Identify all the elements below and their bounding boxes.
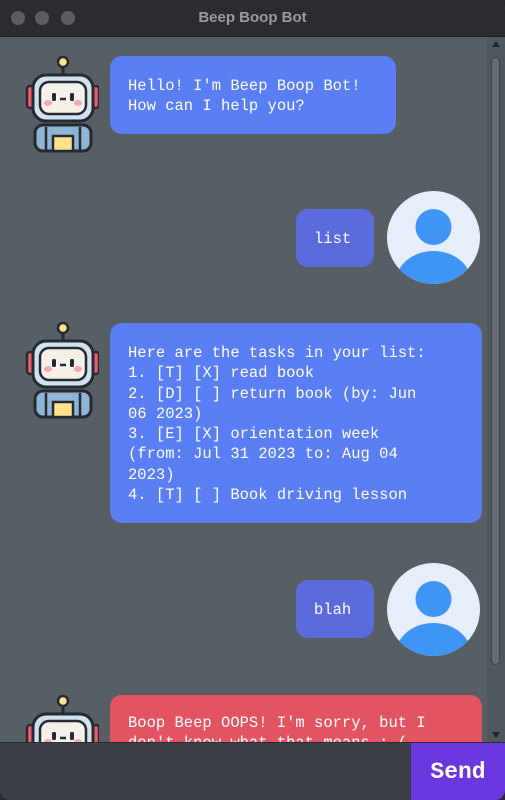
user-message: list	[296, 209, 374, 267]
send-button[interactable]: Send	[411, 743, 505, 800]
scroll-up-icon[interactable]	[492, 41, 500, 47]
chat-area: Hello! I'm Beep Boop Bot! How can I help…	[0, 37, 487, 742]
bot-avatar-icon	[25, 694, 99, 742]
user-avatar-icon	[387, 563, 480, 656]
message-input[interactable]	[0, 743, 410, 800]
input-bar: Send	[0, 742, 505, 800]
bot-error-message: Boop Beep OOPS! I'm sorry, but I don't k…	[110, 695, 482, 742]
bot-message: Here are the tasks in your list: 1. [T] …	[110, 323, 482, 523]
bot-message: Hello! I'm Beep Boop Bot! How can I help…	[110, 56, 396, 134]
bot-avatar-icon	[25, 321, 99, 419]
chat-scrollbar[interactable]	[487, 37, 505, 742]
user-message: blah	[296, 580, 374, 638]
scroll-down-icon[interactable]	[492, 732, 500, 738]
user-avatar-icon	[387, 191, 480, 284]
window-title: Beep Boop Bot	[198, 9, 307, 26]
app-window: Beep Boop Bot Hello! I'm Beep Boop Bot! …	[0, 0, 505, 800]
scrollbar-thumb[interactable]	[491, 57, 500, 665]
bot-avatar-icon	[25, 55, 99, 153]
title-bar: Beep Boop Bot	[0, 0, 505, 37]
